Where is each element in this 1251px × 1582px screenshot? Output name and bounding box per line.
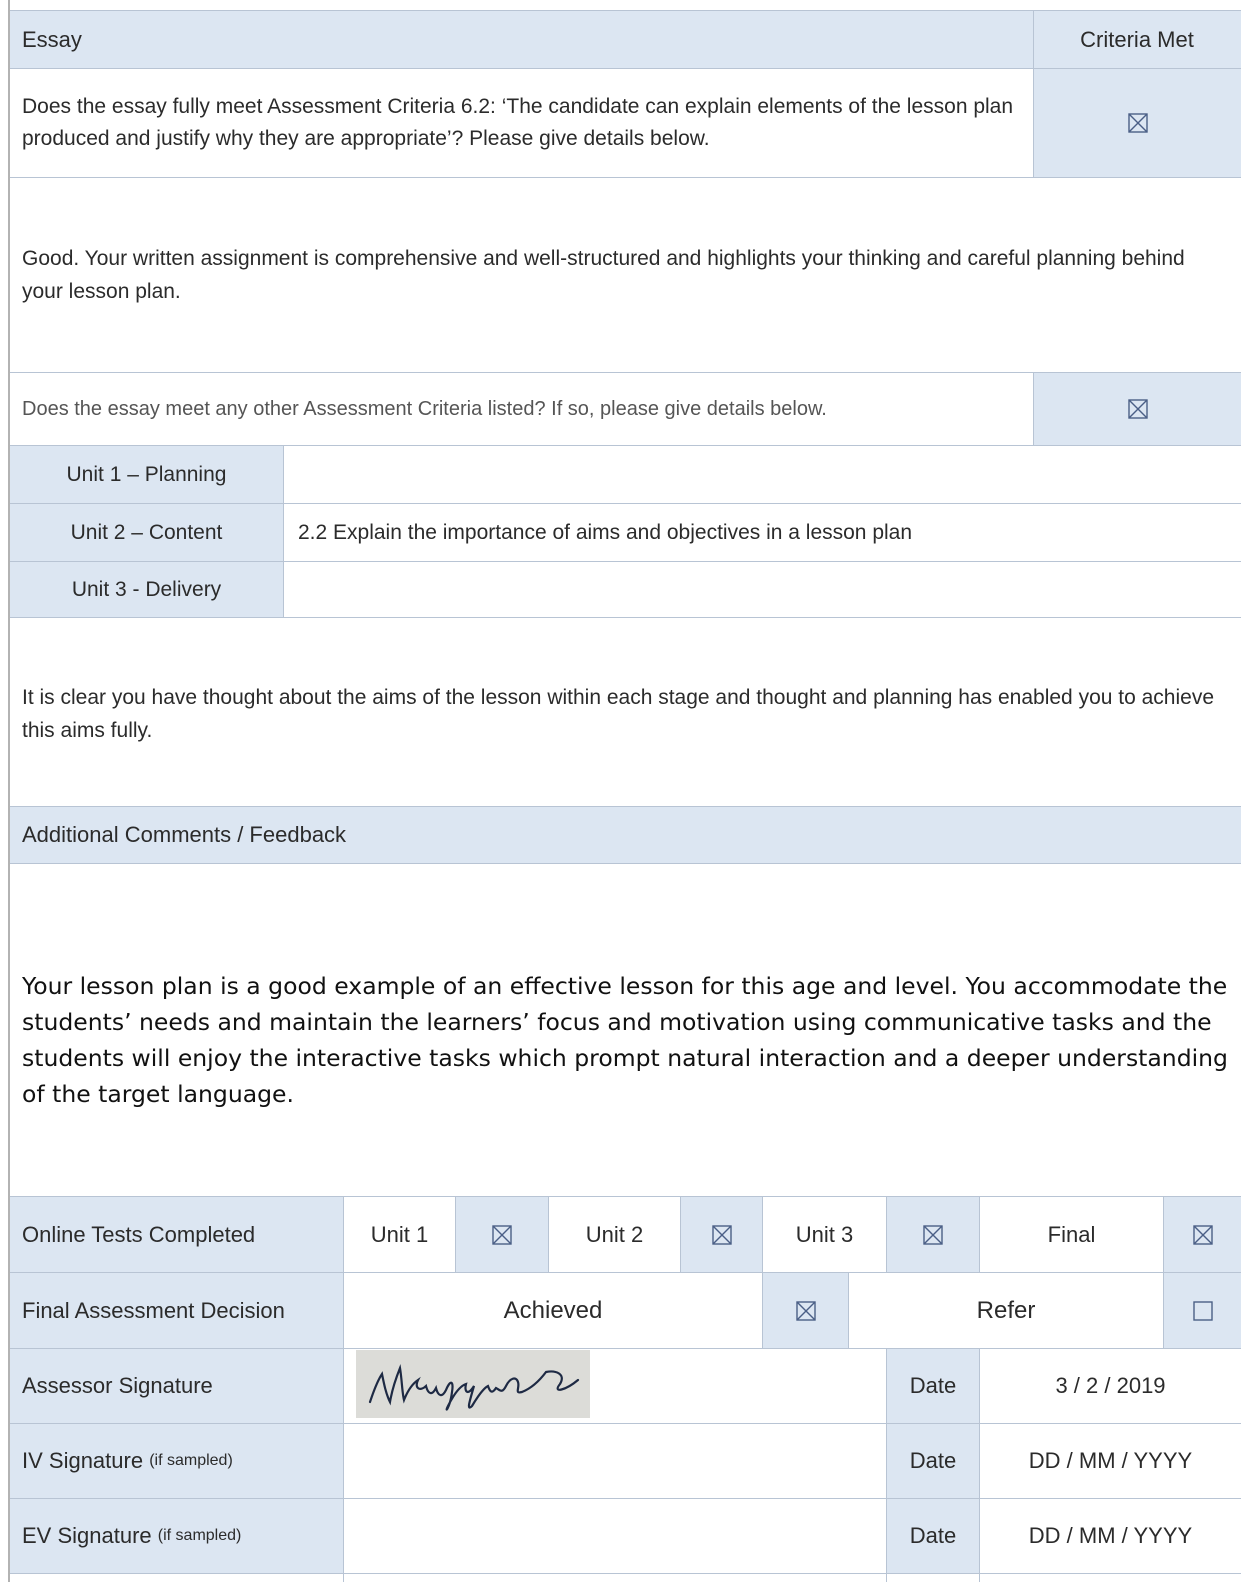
online-test-checkbox[interactable] (681, 1197, 762, 1272)
divider (979, 1197, 980, 1272)
online-test-checkbox[interactable] (456, 1197, 548, 1272)
achieved-label: Achieved (503, 1296, 603, 1324)
assessor-signature-label: Assessor Signature (10, 1349, 343, 1423)
criteria-met-header: Criteria Met (1080, 26, 1194, 52)
divider (283, 446, 284, 617)
other-criteria-checkbox-cell[interactable] (1034, 373, 1241, 445)
ev-signature-note: (if sampled) (157, 1527, 242, 1544)
divider (680, 1197, 681, 1272)
checked-box-icon[interactable] (1127, 113, 1148, 133)
divider (10, 617, 1241, 618)
refer-checkbox[interactable] (1164, 1273, 1241, 1348)
iv-signature-label: IV Signature (if sampled) (10, 1424, 343, 1498)
divider (1033, 373, 1034, 445)
checked-box-icon[interactable] (492, 1224, 512, 1245)
iv-date-label: Date (887, 1424, 979, 1498)
essay-question-text: Does the essay fully meet Assessment Cri… (22, 95, 1014, 150)
unit-detail[interactable]: 2.2 Explain the importance of aims and o… (284, 504, 1241, 561)
unit-row: Unit 3 - Delivery (10, 562, 1241, 617)
other-criteria-row: Does the essay meet any other Assessment… (10, 373, 1241, 445)
divider (848, 1273, 849, 1348)
essay-header-row: Essay Criteria Met (10, 11, 1241, 68)
checked-box-icon[interactable] (795, 1300, 816, 1321)
online-test-unit-label: Unit 2 (585, 1221, 644, 1247)
achieved-checkbox[interactable] (763, 1273, 848, 1348)
unit-detail[interactable] (284, 446, 1241, 503)
divider (10, 1573, 1241, 1574)
unit-label: Unit 2 – Content (10, 504, 283, 561)
assessor-signature-image (356, 1350, 590, 1418)
other-feedback-text: It is clear you have thought about the a… (22, 686, 1214, 742)
unit-detail[interactable] (284, 562, 1241, 617)
divider (10, 863, 1241, 864)
final-decision-row: Final Assessment Decision Achieved Refer (10, 1273, 1241, 1348)
divider (10, 177, 1241, 178)
checked-box-icon[interactable] (923, 1224, 943, 1245)
additional-comments-text: Your lesson plan is a good example of an… (22, 972, 1228, 1108)
iv-signature-row: IV Signature (if sampled) Date DD / MM /… (10, 1424, 1241, 1498)
online-test-checkbox[interactable] (1164, 1197, 1241, 1272)
iv-signature-note: (if sampled) (149, 1452, 233, 1469)
additional-comments-header-row: Additional Comments / Feedback (10, 807, 1241, 863)
iv-signature-field[interactable] (344, 1424, 886, 1498)
additional-comments-header: Additional Comments / Feedback (22, 822, 347, 847)
iv-signature-label-text: IV Signature (22, 1448, 144, 1473)
unit-label: Unit 1 – Planning (10, 446, 283, 503)
checked-box-icon[interactable] (1127, 399, 1148, 419)
ev-signature-label-text: EV Signature (22, 1523, 152, 1548)
checked-box-icon[interactable] (711, 1224, 732, 1245)
divider (455, 1197, 456, 1272)
criteria-met-checkbox-cell[interactable] (1034, 69, 1241, 177)
assessor-signature-row: Assessor Signature Date 3 / 2 / 2019 (10, 1349, 1241, 1423)
ev-signature-row: EV Signature (if sampled) Date DD / MM /… (10, 1499, 1241, 1573)
divider (548, 1197, 549, 1272)
divider (886, 1197, 887, 1272)
unchecked-box-icon[interactable] (1192, 1300, 1213, 1321)
unit-row: Unit 1 – Planning (10, 446, 1241, 503)
ev-date-value[interactable]: DD / MM / YYYY (980, 1499, 1241, 1573)
online-tests-row: Online Tests Completed Unit 1 Unit 2 Uni… (10, 1197, 1241, 1272)
ev-date-label: Date (887, 1499, 979, 1573)
assessment-form: Essay Criteria Met Does the essay fully … (0, 0, 1251, 1582)
ev-signature-field[interactable] (344, 1499, 886, 1573)
assessor-date-value[interactable]: 3 / 2 / 2019 (980, 1349, 1241, 1423)
other-criteria-question: Does the essay meet any other Assessment… (22, 397, 827, 420)
unit-row: Unit 2 – Content 2.2 Explain the importa… (10, 504, 1241, 561)
online-test-final-label: Final (1047, 1221, 1096, 1247)
essay-question-row: Does the essay fully meet Assessment Cri… (10, 69, 1241, 177)
iv-date-value[interactable]: DD / MM / YYYY (980, 1424, 1241, 1498)
final-decision-label: Final Assessment Decision (10, 1273, 343, 1348)
online-test-unit-label: Unit 3 (795, 1221, 854, 1247)
ev-signature-label: EV Signature (if sampled) (10, 1499, 343, 1573)
online-test-checkbox[interactable] (887, 1197, 979, 1272)
refer-label: Refer (976, 1296, 1036, 1324)
assessor-date-label: Date (887, 1349, 979, 1423)
essay-header-label: Essay (22, 26, 82, 52)
online-test-unit-label: Unit 1 (370, 1221, 429, 1247)
unit-label: Unit 3 - Delivery (10, 562, 283, 617)
checked-box-icon[interactable] (1192, 1224, 1213, 1245)
online-tests-label: Online Tests Completed (10, 1197, 343, 1272)
essay-feedback-text: Good. Your written assignment is compreh… (22, 247, 1185, 303)
